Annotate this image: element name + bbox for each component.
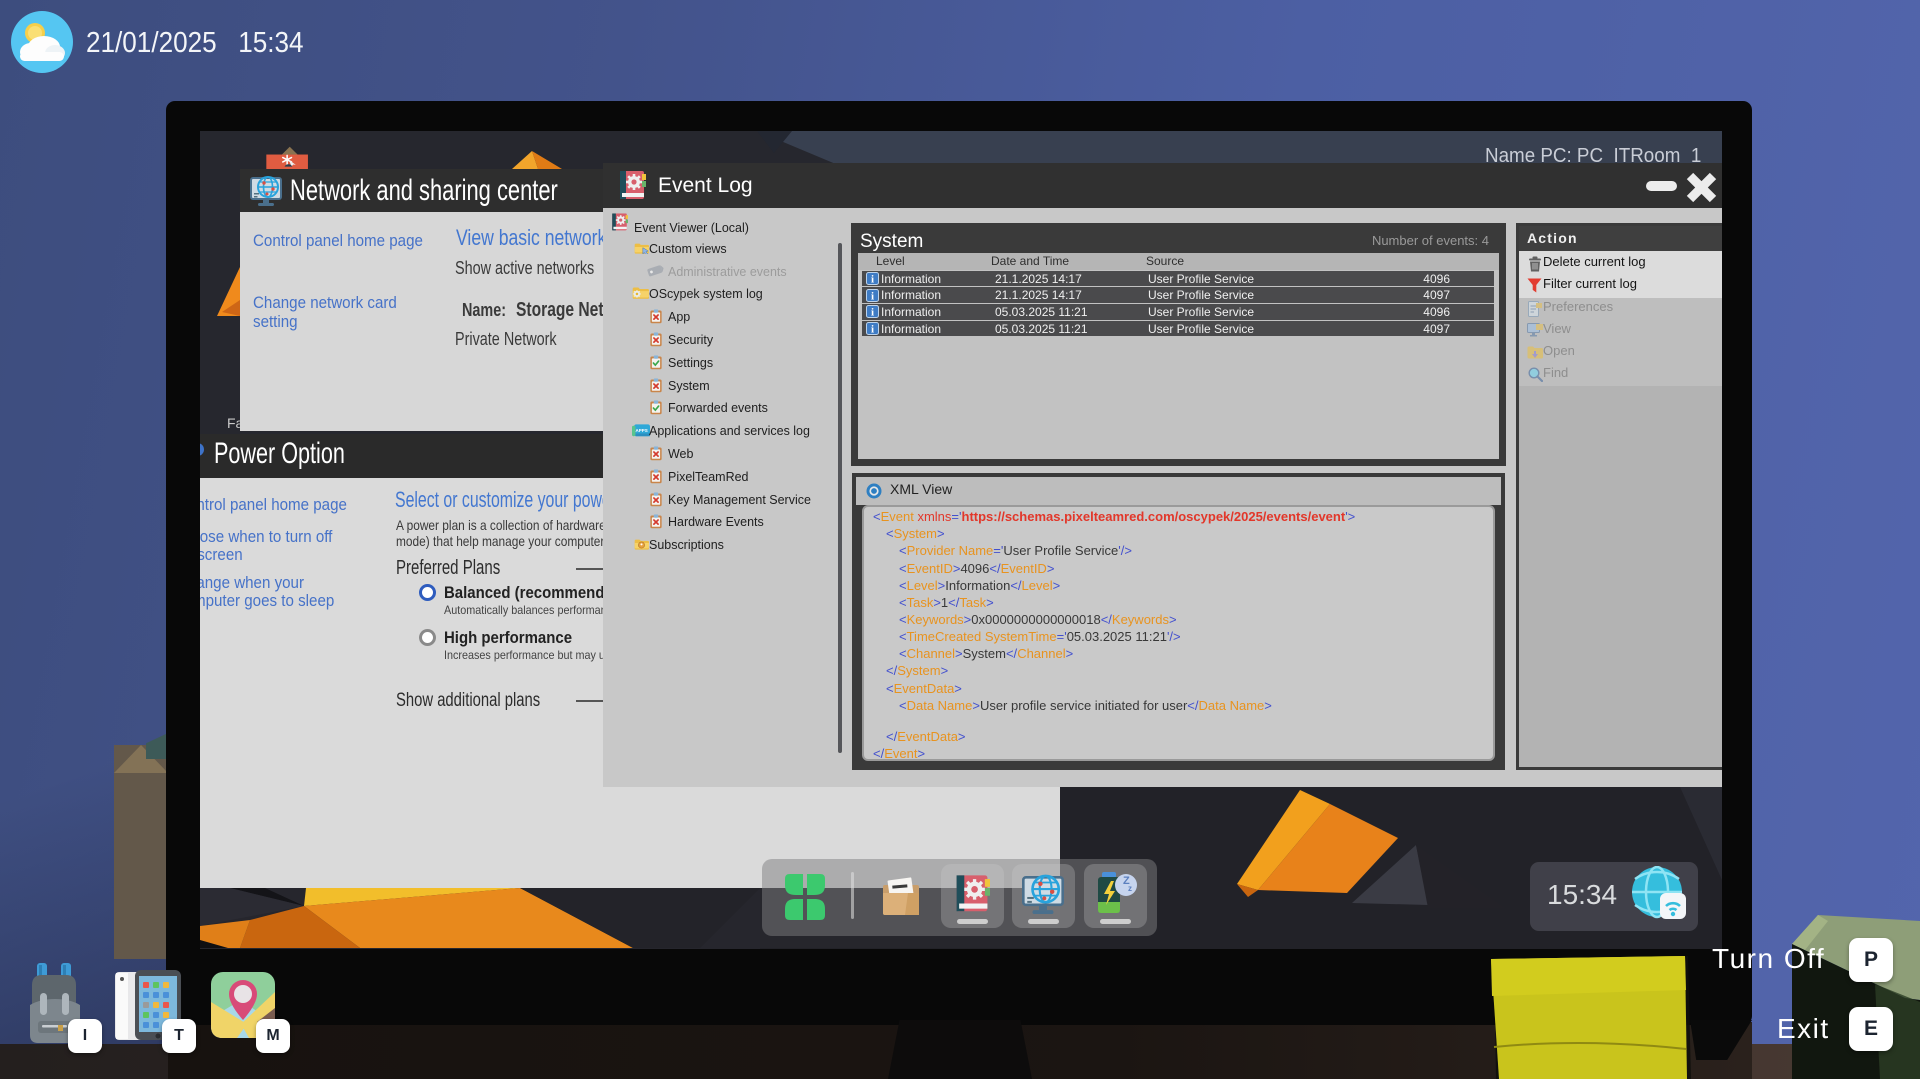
svg-text:i: i <box>871 307 874 319</box>
svg-text:i: i <box>871 274 874 286</box>
svg-text:z: z <box>1128 884 1132 893</box>
svg-text:APPS: APPS <box>636 428 648 433</box>
svg-text:i: i <box>871 290 874 302</box>
svg-text:i: i <box>871 324 874 336</box>
